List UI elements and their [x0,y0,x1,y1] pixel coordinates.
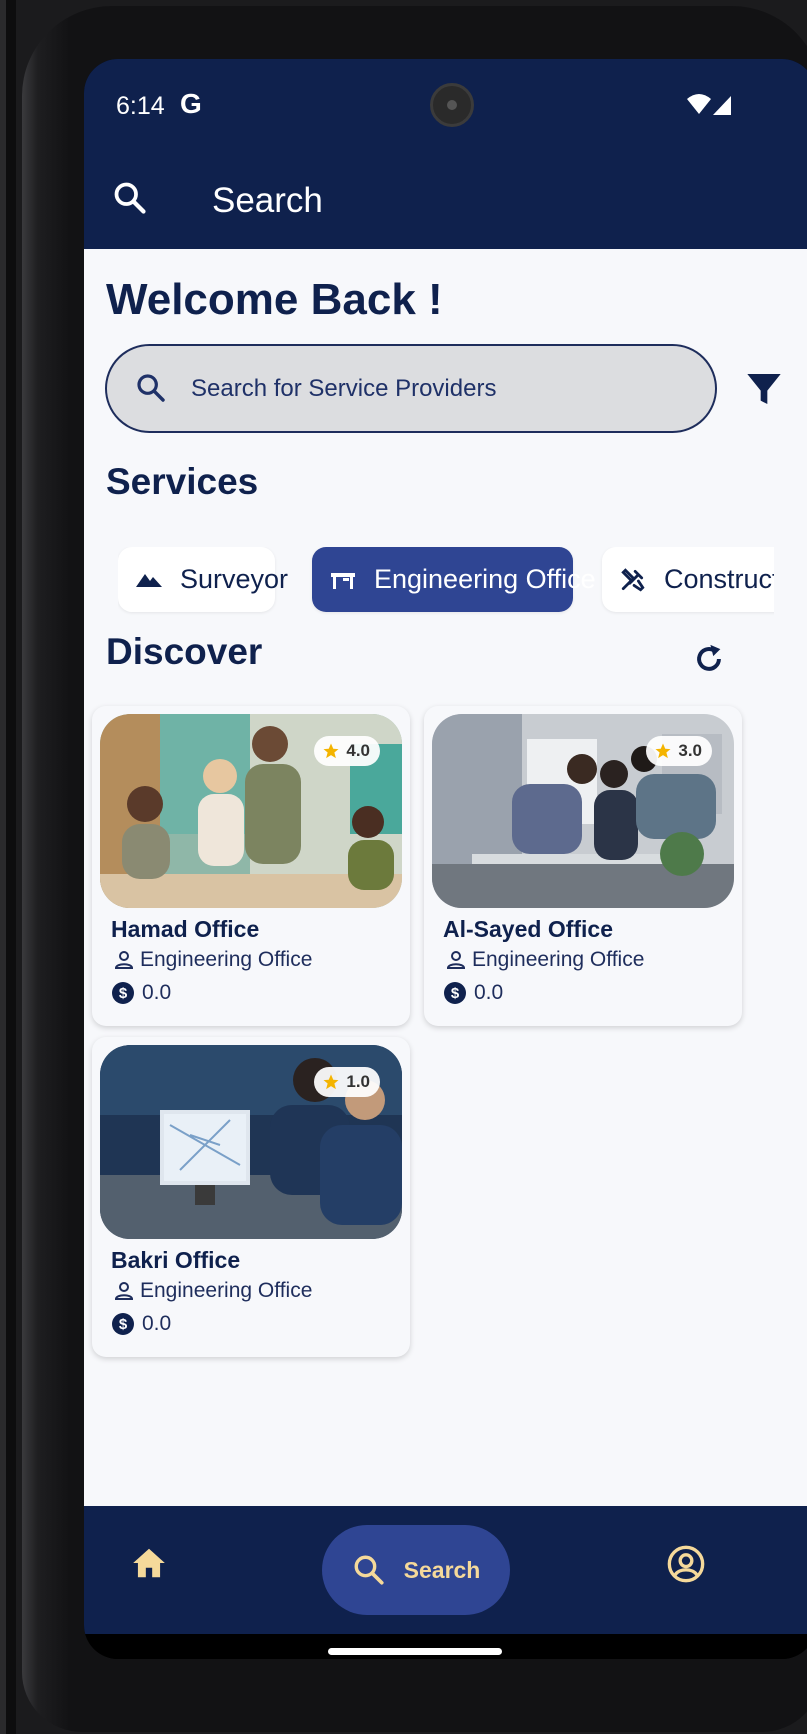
provider-name: Hamad Office [111,916,260,942]
app-bar-title: Search [212,181,323,220]
search-input[interactable] [191,366,691,412]
bottom-navigation: Search [84,1506,807,1634]
office-desk-icon [330,565,356,595]
person-icon [114,951,134,969]
filter-icon[interactable] [744,369,784,414]
status-bar: 6:14 G [84,59,807,148]
star-icon [655,743,671,759]
search-icon [135,372,167,409]
terrain-icon [136,565,162,595]
star-icon [323,743,339,759]
rating-value: 3.0 [678,741,702,760]
person-icon [446,951,466,969]
chip-engineering-office[interactable]: Engineering Office [312,547,596,612]
refresh-icon[interactable] [692,642,726,681]
tools-icon [620,565,646,595]
provider-type: Engineering Office [112,948,312,972]
search-icon[interactable] [112,180,148,221]
rating-value: 1.0 [346,1072,370,1091]
front-camera [430,83,474,127]
provider-card[interactable]: 1.0 Bakri Office Engineering Office $ 0.… [92,1037,410,1357]
provider-name: Al-Sayed Office [443,916,613,942]
nav-search-label: Search [403,1556,481,1583]
provider-photo: 1.0 [100,1045,402,1239]
provider-card[interactable]: 3.0 Al-Sayed Office Engineering Office $… [424,706,742,1026]
discover-heading: Discover [106,631,263,672]
phone-frame: 6:14 G Search Welcome Back ! Search for … [22,6,807,1732]
provider-price: $ 0.0 [112,981,171,1005]
account-circle-icon[interactable] [666,1544,706,1589]
dollar-icon: $ [112,1313,134,1335]
home-indicator[interactable] [328,1648,502,1655]
provider-price: $ 0.0 [112,1312,171,1336]
provider-card[interactable]: 4.0 Hamad Office Engineering Office $ 0.… [92,706,410,1026]
status-icons [687,93,733,122]
dollar-icon: $ [112,982,134,1004]
dollar-icon: $ [444,982,466,1004]
provider-photo: 4.0 [100,714,402,908]
chip-label: Engineering Office [374,564,596,594]
welcome-heading: Welcome Back ! [106,275,443,324]
provider-name: Bakri Office [111,1247,241,1273]
home-icon[interactable] [130,1544,168,1587]
nav-search-button[interactable]: Search [322,1525,510,1615]
adjacent-device-edge [0,0,16,1734]
search-field[interactable] [105,344,717,433]
person-icon [114,1282,134,1300]
services-heading: Services [106,461,259,502]
provider-photo: 3.0 [432,714,734,908]
screen: 6:14 G Search Welcome Back ! Search for … [84,59,807,1659]
chip-label: Construction [664,564,774,594]
main-content: Welcome Back ! Services Surveyor [84,249,807,1506]
rating-badge: 3.0 [646,736,712,766]
provider-type: Engineering Office [444,948,644,972]
rating-badge: 1.0 [314,1067,380,1097]
chip-surveyor[interactable]: Surveyor [118,547,288,612]
app-bar: Search [84,148,807,249]
google-icon: G [180,88,202,119]
provider-type: Engineering Office [112,1279,312,1303]
rating-badge: 4.0 [314,736,380,766]
star-icon [323,1074,339,1090]
chip-label: Surveyor [180,564,289,594]
search-icon [354,1555,384,1585]
service-chips: Surveyor Engineering Office Construction [118,547,774,617]
provider-price: $ 0.0 [444,981,503,1005]
chip-construction[interactable]: Construction [602,547,774,612]
wifi-signal-icon [687,94,731,115]
gesture-bar-area [84,1634,807,1659]
rating-value: 4.0 [346,741,370,760]
status-time: 6:14 [116,92,165,120]
